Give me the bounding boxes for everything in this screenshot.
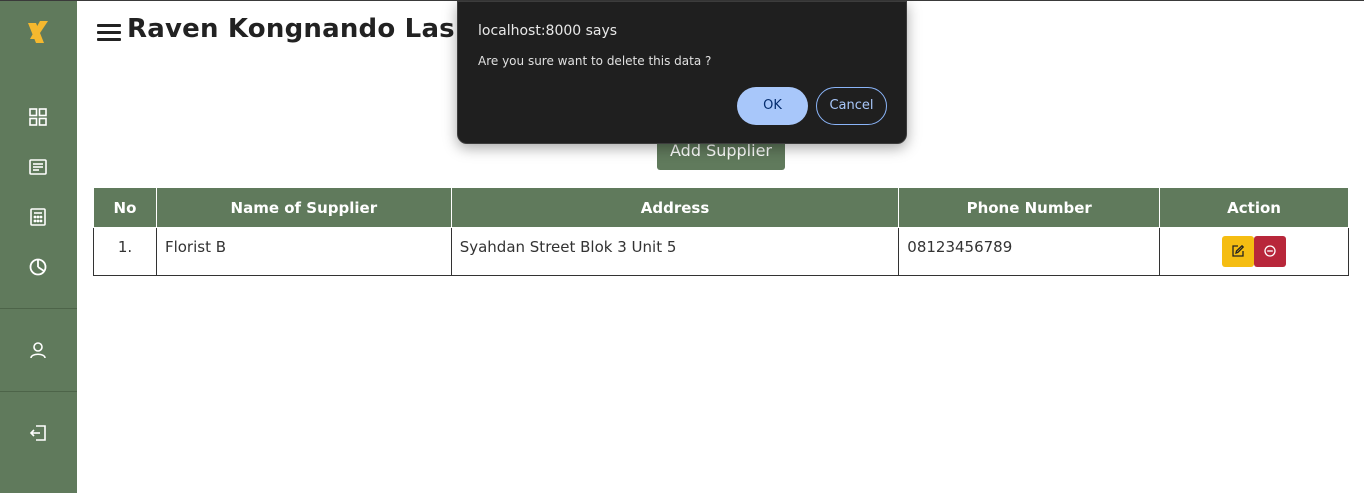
- page-title: Raven Kongnando Lasher: [127, 14, 505, 44]
- dashboard-icon[interactable]: [27, 106, 49, 128]
- calculator-icon[interactable]: [27, 206, 49, 228]
- column-header-phone: Phone Number: [898, 187, 1161, 228]
- cell-no: 1.: [93, 227, 157, 276]
- logout-icon[interactable]: [27, 422, 49, 444]
- app-window: Raven Kongnando Lasher Add Supplier No N…: [0, 0, 1364, 493]
- cancel-button[interactable]: Cancel: [816, 87, 887, 125]
- user-icon[interactable]: [27, 339, 49, 361]
- cell-address: Syahdan Street Blok 3 Unit 5: [450, 227, 900, 276]
- edit-icon: [1232, 245, 1245, 257]
- cell-supplier-name: Florist B: [155, 227, 452, 276]
- sidebar-divider: [0, 391, 77, 392]
- dialog-title: localhost:8000 says: [478, 23, 618, 39]
- column-header-name: Name of Supplier: [155, 187, 452, 228]
- cell-actions: [1159, 227, 1349, 276]
- edit-button[interactable]: [1222, 236, 1255, 267]
- column-header-address: Address: [450, 187, 900, 228]
- confirm-dialog: localhost:8000 says Are you sure want to…: [457, 1, 907, 144]
- table-header-row: No Name of Supplier Address Phone Number…: [93, 187, 1349, 228]
- ok-button[interactable]: OK: [737, 87, 808, 125]
- cell-phone: 08123456789: [898, 227, 1161, 276]
- chart-pie-icon[interactable]: [27, 256, 49, 278]
- sidebar: [0, 1, 77, 493]
- app-logo[interactable]: [24, 17, 52, 49]
- table-row: 1. Florist B Syahdan Street Blok 3 Unit …: [93, 227, 1349, 276]
- sidebar-divider: [0, 308, 77, 309]
- list-icon[interactable]: [27, 156, 49, 178]
- supplier-table: No Name of Supplier Address Phone Number…: [93, 187, 1349, 276]
- column-header-action: Action: [1159, 187, 1349, 228]
- minus-circle-icon: [1264, 245, 1276, 257]
- column-header-no: No: [93, 187, 157, 228]
- delete-button[interactable]: [1254, 236, 1287, 267]
- menu-toggle-icon[interactable]: [97, 22, 122, 44]
- dialog-message: Are you sure want to delete this data ?: [478, 54, 712, 68]
